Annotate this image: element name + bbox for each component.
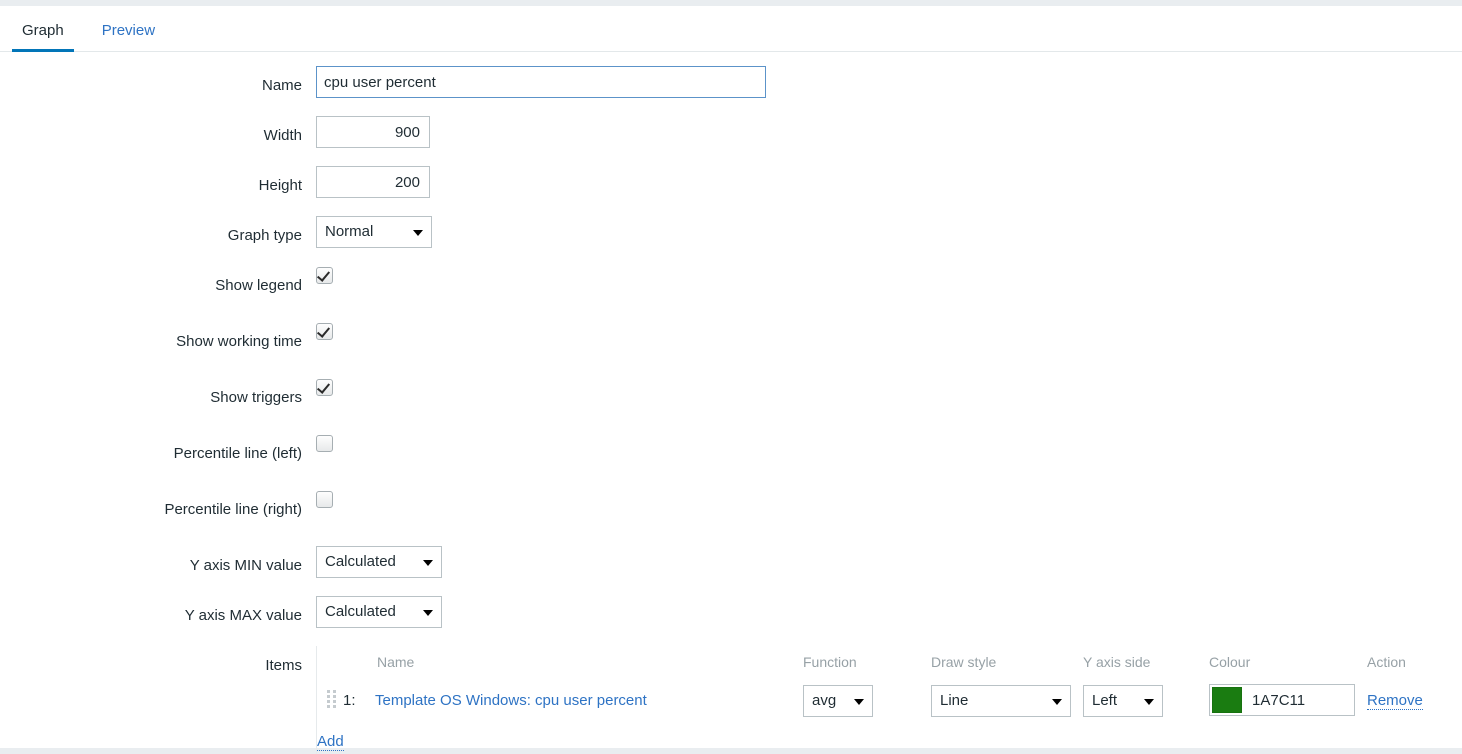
label-items: Items xyxy=(265,657,302,674)
label-show-legend: Show legend xyxy=(215,277,302,294)
cell-name: Template OS Windows: cpu user percent xyxy=(375,680,803,721)
remove-item-link[interactable]: Remove xyxy=(1367,692,1423,710)
header-draw-style: Draw style xyxy=(931,654,997,670)
field-width xyxy=(302,116,430,148)
header-handle xyxy=(317,646,343,680)
row-items: Items Name Function Draw style Y axis si… xyxy=(0,646,1462,754)
cell-draw-style: Line xyxy=(931,680,1083,721)
label-y-axis-min: Y axis MIN value xyxy=(189,557,302,574)
items-table-wrap: Name Function Draw style Y axis side Col… xyxy=(316,646,1436,754)
label-width: Width xyxy=(263,127,302,144)
row-name: Name xyxy=(0,66,1462,110)
header-action: Action xyxy=(1367,654,1406,670)
cell-action: Remove xyxy=(1367,680,1462,721)
chevron-down-icon xyxy=(854,698,864,705)
row-show-triggers: Show triggers xyxy=(0,378,1462,428)
height-input[interactable] xyxy=(316,166,430,198)
header-function: Function xyxy=(803,654,857,670)
percentile-right-checkbox[interactable] xyxy=(316,491,333,508)
items-add-row: Add xyxy=(317,721,1462,754)
header-colour: Colour xyxy=(1209,654,1251,670)
chevron-down-icon xyxy=(1052,698,1062,705)
cell-colour: 1A7C11 xyxy=(1209,680,1367,721)
y-axis-min-select[interactable]: Calculated xyxy=(316,546,442,578)
colour-swatch[interactable] xyxy=(1212,687,1242,713)
header-name: Name xyxy=(377,654,415,670)
graph-config-page: Graph Preview Name Width Height Graph ty… xyxy=(0,6,1462,754)
show-legend-checkbox[interactable] xyxy=(316,267,333,284)
field-graph-type: Normal xyxy=(302,216,432,248)
items-table-header-row: Name Function Draw style Y axis side Col… xyxy=(317,646,1462,680)
field-show-working-time xyxy=(302,322,333,340)
row-y-axis-min: Y axis MIN value Calculated xyxy=(0,546,1462,590)
item-colour-input[interactable]: 1A7C11 xyxy=(1209,684,1355,716)
chevron-down-icon xyxy=(413,230,423,236)
tab-bar: Graph Preview xyxy=(0,6,1462,52)
show-triggers-checkbox[interactable] xyxy=(316,379,333,396)
field-height xyxy=(302,166,430,198)
field-y-axis-max: Calculated xyxy=(302,596,442,628)
label-show-working-time: Show working time xyxy=(176,333,302,350)
row-y-axis-max: Y axis MAX value Calculated xyxy=(0,596,1462,640)
row-height: Height xyxy=(0,166,1462,210)
cell-index: 1: xyxy=(343,680,375,721)
row-show-legend: Show legend xyxy=(0,266,1462,316)
field-show-legend xyxy=(302,266,333,284)
cell-add: Add xyxy=(317,721,1462,754)
item-y-axis-side-select[interactable]: Left xyxy=(1083,684,1163,717)
tab-preview[interactable]: Preview xyxy=(92,23,165,51)
field-y-axis-min: Calculated xyxy=(302,546,442,578)
item-function-select[interactable]: avg xyxy=(803,684,873,717)
item-draw-style-select[interactable]: Line xyxy=(931,684,1071,717)
field-name xyxy=(302,66,766,98)
y-axis-max-select[interactable]: Calculated xyxy=(316,596,442,628)
label-y-axis-max: Y axis MAX value xyxy=(184,607,302,624)
item-draw-style-value: Line xyxy=(940,691,969,709)
chevron-down-icon xyxy=(423,560,433,566)
cell-function: avg xyxy=(803,680,931,721)
add-item-link[interactable]: Add xyxy=(317,733,344,751)
items-table: Name Function Draw style Y axis side Col… xyxy=(317,646,1462,754)
row-show-working-time: Show working time xyxy=(0,322,1462,372)
show-working-time-checkbox[interactable] xyxy=(316,323,333,340)
row-graph-type: Graph type Normal xyxy=(0,216,1462,260)
graph-type-select[interactable]: Normal xyxy=(316,216,432,248)
cell-handle xyxy=(317,680,343,721)
graph-form: Name Width Height Graph type Normal xyxy=(0,52,1462,754)
row-percentile-left: Percentile line (left) xyxy=(0,434,1462,484)
label-percentile-right: Percentile line (right) xyxy=(164,501,302,518)
chevron-down-icon xyxy=(1144,698,1154,705)
tab-graph[interactable]: Graph xyxy=(12,23,74,52)
label-show-triggers: Show triggers xyxy=(210,389,302,406)
field-percentile-left xyxy=(302,434,333,452)
chevron-down-icon xyxy=(423,610,433,616)
width-input[interactable] xyxy=(316,116,430,148)
item-index: 1: xyxy=(343,692,356,709)
header-index xyxy=(343,646,375,680)
row-percentile-right: Percentile line (right) xyxy=(0,490,1462,540)
header-y-axis-side: Y axis side xyxy=(1083,654,1151,670)
label-height: Height xyxy=(258,177,302,194)
item-name-link[interactable]: Template OS Windows: cpu user percent xyxy=(375,692,647,709)
drag-handle-icon[interactable] xyxy=(327,689,338,708)
name-input[interactable] xyxy=(316,66,766,98)
field-percentile-right xyxy=(302,490,333,508)
cell-y-axis-side: Left xyxy=(1083,680,1209,721)
table-row: 1: Template OS Windows: cpu user percent… xyxy=(317,680,1462,721)
field-show-triggers xyxy=(302,378,333,396)
percentile-left-checkbox[interactable] xyxy=(316,435,333,452)
label-graph-type: Graph type xyxy=(227,227,302,244)
label-name: Name xyxy=(261,77,302,94)
row-width: Width xyxy=(0,116,1462,160)
item-colour-value: 1A7C11 xyxy=(1252,691,1306,709)
label-percentile-left: Percentile line (left) xyxy=(173,445,302,462)
